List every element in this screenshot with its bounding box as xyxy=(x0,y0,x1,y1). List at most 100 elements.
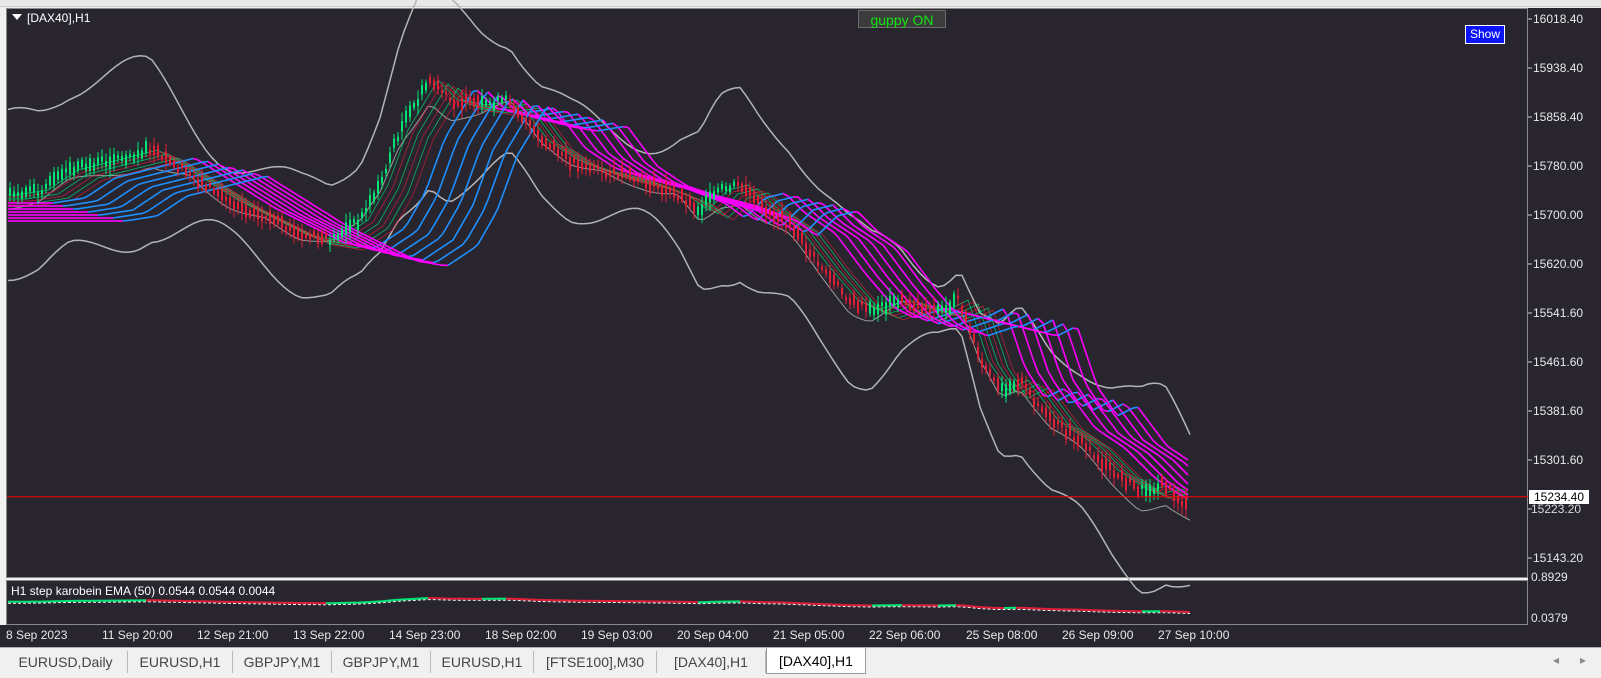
collapse-triangle-icon[interactable] xyxy=(12,14,22,20)
chevron-left-icon[interactable]: ◂ xyxy=(1553,653,1559,667)
guppy-long-ema-segment xyxy=(248,191,253,194)
guppy-long-ema-segment xyxy=(143,211,148,213)
candle-body xyxy=(937,304,939,313)
show-button[interactable]: Show xyxy=(1465,25,1505,44)
candle-body xyxy=(925,304,927,310)
candle-body xyxy=(45,184,47,189)
candle-body xyxy=(833,274,835,285)
guppy-long-ema-segment xyxy=(1158,455,1163,459)
tab-dax40-h1[interactable]: [DAX40],H1 xyxy=(766,648,866,674)
chart-symbol-label[interactable]: [DAX40],H1 xyxy=(12,11,90,25)
guppy-long-ema-segment xyxy=(1123,447,1128,451)
guppy-long-ema-segment xyxy=(848,250,853,257)
guppy-long-ema-segment xyxy=(323,223,328,226)
candle-body xyxy=(669,187,671,192)
guppy-long-ema-segment xyxy=(103,214,108,215)
guppy-long-ema-segment xyxy=(1068,402,1073,403)
guppy-long-ema-segment xyxy=(893,284,898,290)
guppy-long-ema-segment xyxy=(393,233,398,236)
guppy-long-ema-segment xyxy=(988,334,993,336)
candle-body xyxy=(149,149,151,154)
guppy-long-ema-segment xyxy=(1028,373,1033,381)
guppy-long-ema-segment xyxy=(913,272,918,279)
guppy-long-ema-segment xyxy=(418,261,423,262)
tab-gbpjpy-m1[interactable]: GBPJPY,M1 xyxy=(233,651,332,673)
candle-body xyxy=(465,95,467,104)
guppy-long-ema-segment xyxy=(263,178,268,181)
guppy-long-ema-segment xyxy=(893,258,898,265)
guppy-long-ema-segment xyxy=(883,258,888,265)
guppy-long-ema-segment xyxy=(548,113,553,114)
guppy-long-ema-segment xyxy=(163,183,168,184)
guppy-long-ema-segment xyxy=(308,206,313,209)
guppy-long-ema-segment xyxy=(923,319,928,321)
guppy-long-ema-segment xyxy=(418,221,423,230)
guppy-long-ema-segment xyxy=(853,257,858,264)
tab-dax40-h1[interactable]: [DAX40],H1 xyxy=(657,651,766,673)
candle-body xyxy=(145,141,147,153)
guppy-long-ema-segment xyxy=(358,238,363,241)
guppy-long-ema-segment xyxy=(513,131,518,139)
guppy-long-ema-segment xyxy=(593,130,598,131)
tab-eurusd-h1[interactable]: EURUSD,H1 xyxy=(431,651,534,673)
guppy-long-ema-segment xyxy=(453,174,458,188)
guppy-long-ema-segment xyxy=(1183,457,1188,460)
guppy-long-ema-segment xyxy=(1153,427,1158,434)
price-axis-label: 15858.40 xyxy=(1533,110,1583,124)
guppy-long-ema-segment xyxy=(1128,420,1133,427)
candle-body xyxy=(29,186,31,191)
guppy-long-ema-segment xyxy=(978,323,983,325)
guppy-long-ema-segment xyxy=(168,182,173,183)
guppy-long-ema-segment xyxy=(1148,471,1153,476)
guppy-long-ema-segment xyxy=(638,163,643,166)
guppy-long-ema-segment xyxy=(308,215,313,218)
candle-body xyxy=(269,211,271,224)
tab-eurusd-daily[interactable]: EURUSD,Daily xyxy=(4,651,128,673)
guppy-toggle-button[interactable]: guppy ON xyxy=(858,10,946,28)
guppy-long-ema-segment xyxy=(1178,483,1183,487)
guppy-long-ema-segment xyxy=(448,125,453,133)
guppy-long-ema-segment xyxy=(613,128,618,129)
chevron-right-icon[interactable]: ▸ xyxy=(1580,653,1586,667)
guppy-long-ema-segment xyxy=(293,210,298,213)
guppy-long-ema-segment xyxy=(1048,334,1053,335)
tab-eurusd-h1[interactable]: EURUSD,H1 xyxy=(128,651,233,673)
tab-gbpjpy-m1[interactable]: GBPJPY,M1 xyxy=(332,651,431,673)
candle-body xyxy=(233,201,235,209)
candle-body xyxy=(413,103,415,108)
guppy-long-ema-segment xyxy=(873,245,878,252)
candle-body xyxy=(1101,459,1103,471)
guppy-long-ema-segment xyxy=(998,309,1003,312)
guppy-long-ema-segment xyxy=(458,131,463,139)
guppy-long-ema-segment xyxy=(228,174,233,177)
guppy-long-ema-segment xyxy=(188,189,193,190)
candle-body xyxy=(1177,497,1179,504)
guppy-long-ema-segment xyxy=(493,172,498,186)
guppy-long-ema-segment xyxy=(168,188,173,189)
candle-body xyxy=(1045,407,1047,417)
guppy-long-ema-segment xyxy=(303,212,308,215)
guppy-long-ema-segment xyxy=(813,233,818,235)
candle-body xyxy=(49,176,51,186)
candle-body xyxy=(861,301,863,305)
guppy-long-ema-segment xyxy=(903,259,908,266)
guppy-long-ema-segment xyxy=(858,264,863,271)
candle-body xyxy=(613,167,615,174)
tab-ftse100-m30[interactable]: [FTSE100],M30 xyxy=(534,651,657,673)
guppy-long-ema-segment xyxy=(623,158,628,161)
guppy-long-ema-segment xyxy=(463,252,468,255)
indicator-line-segment xyxy=(962,605,968,606)
guppy-long-ema-segment xyxy=(353,241,358,244)
guppy-long-ema-segment xyxy=(638,154,643,161)
guppy-long-ema-segment xyxy=(378,245,383,248)
guppy-long-ema-segment xyxy=(1168,464,1173,469)
guppy-long-ema-segment xyxy=(938,292,943,298)
candle-body xyxy=(241,201,243,212)
guppy-long-ema-segment xyxy=(223,180,228,181)
guppy-long-ema-segment xyxy=(1128,440,1133,443)
guppy-long-ema-segment xyxy=(1153,452,1158,455)
guppy-long-ema-segment xyxy=(153,215,158,216)
guppy-long-ema-segment xyxy=(433,218,438,227)
guppy-long-ema-segment xyxy=(468,169,473,183)
guppy-long-ema-segment xyxy=(68,200,73,201)
